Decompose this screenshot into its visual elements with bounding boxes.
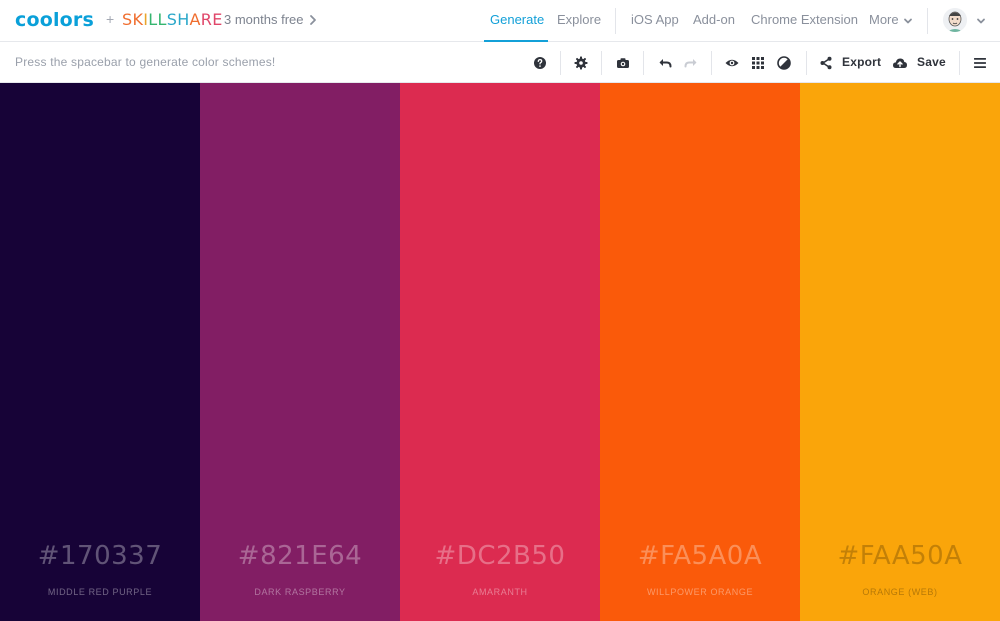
color-swatch[interactable]: #170337 MIDDLE RED PURPLE — [0, 83, 200, 621]
undo-icon[interactable] — [657, 55, 673, 71]
chevron-down-icon[interactable] — [976, 16, 986, 26]
swatch-color-name: WILLPOWER ORANGE — [646, 587, 754, 597]
user-avatar[interactable] — [943, 8, 967, 32]
skillshare-letter: L — [148, 10, 158, 29]
toolbar-divider — [711, 51, 712, 75]
swatch-hex-code[interactable]: #FAA50A — [800, 541, 1000, 571]
toolbar-divider — [959, 51, 960, 75]
swatch-hex-code[interactable]: #170337 — [0, 541, 200, 571]
active-tab-underline — [484, 40, 548, 42]
chevron-right-icon[interactable] — [307, 14, 319, 26]
skillshare-letter: L — [157, 10, 167, 29]
swatch-color-name: MIDDLE RED PURPLE — [47, 587, 153, 597]
save-button[interactable]: Save — [917, 55, 946, 69]
skillshare-letter: A — [189, 10, 201, 29]
swatch-hex-code[interactable]: #FA5A0A — [600, 541, 800, 571]
redo-icon[interactable] — [683, 55, 699, 71]
swatch-color-name: DARK RASPBERRY — [254, 587, 346, 597]
toolbar-divider — [643, 51, 644, 75]
gear-icon[interactable] — [573, 55, 589, 71]
help-icon[interactable] — [532, 55, 548, 71]
nav-explore[interactable]: Explore — [557, 12, 601, 28]
coolors-logo[interactable]: coolors — [15, 9, 94, 31]
swatch-hex-code[interactable]: #DC2B50 — [400, 541, 600, 571]
contrast-icon[interactable] — [776, 55, 792, 71]
eye-icon[interactable] — [724, 55, 740, 71]
nav-divider — [927, 8, 928, 34]
nav-generate[interactable]: Generate — [490, 12, 544, 28]
toolbar-divider — [560, 51, 561, 75]
toolbar: Press the spacebar to generate color sch… — [0, 43, 1000, 83]
avatar-face-icon — [943, 8, 967, 32]
skillshare-letter: S — [166, 10, 178, 29]
toolbar-divider — [601, 51, 602, 75]
spacebar-hint: Press the spacebar to generate color sch… — [15, 55, 276, 69]
color-swatch[interactable]: #821E64 DARK RASPBERRY — [200, 83, 400, 621]
skillshare-letter: E — [212, 10, 223, 29]
skillshare-letter: R — [200, 10, 213, 29]
chevron-down-icon[interactable] — [903, 16, 913, 26]
camera-icon[interactable] — [615, 55, 631, 71]
nav-divider — [615, 8, 616, 34]
export-button[interactable]: Export — [842, 55, 881, 69]
toolbar-divider — [806, 51, 807, 75]
color-swatch[interactable]: #FA5A0A WILLPOWER ORANGE — [600, 83, 800, 621]
top-navigation-bar: coolors + SKILLSHARE 3 months free Gener… — [0, 0, 1000, 42]
skillshare-letter: K — [132, 10, 144, 29]
swatch-hex-code[interactable]: #821E64 — [200, 541, 400, 571]
plus-sign: + — [106, 11, 115, 27]
share-icon[interactable] — [818, 55, 834, 71]
promo-text[interactable]: 3 months free — [224, 12, 304, 27]
swatch-color-name: ORANGE (WEB) — [862, 587, 938, 597]
skillshare-letter: H — [177, 10, 190, 29]
nav-ios-app[interactable]: iOS App — [631, 12, 679, 28]
cloud-upload-icon[interactable] — [892, 55, 908, 71]
swatch-color-name: AMARANTH — [472, 587, 528, 597]
color-swatch[interactable]: #FAA50A ORANGE (WEB) — [800, 83, 1000, 621]
skillshare-logo[interactable]: SKILLSHARE — [122, 10, 223, 30]
nav-chrome-extension[interactable]: Chrome Extension — [751, 12, 858, 28]
color-swatch[interactable]: #DC2B50 AMARANTH — [400, 83, 600, 621]
grid-icon[interactable] — [750, 55, 766, 71]
nav-more[interactable]: More — [869, 12, 899, 28]
color-palette: #170337 MIDDLE RED PURPLE #821E64 DARK R… — [0, 83, 1000, 621]
hamburger-menu-icon[interactable] — [972, 55, 988, 71]
skillshare-letter: S — [122, 10, 133, 29]
nav-add-on[interactable]: Add-on — [693, 12, 735, 28]
